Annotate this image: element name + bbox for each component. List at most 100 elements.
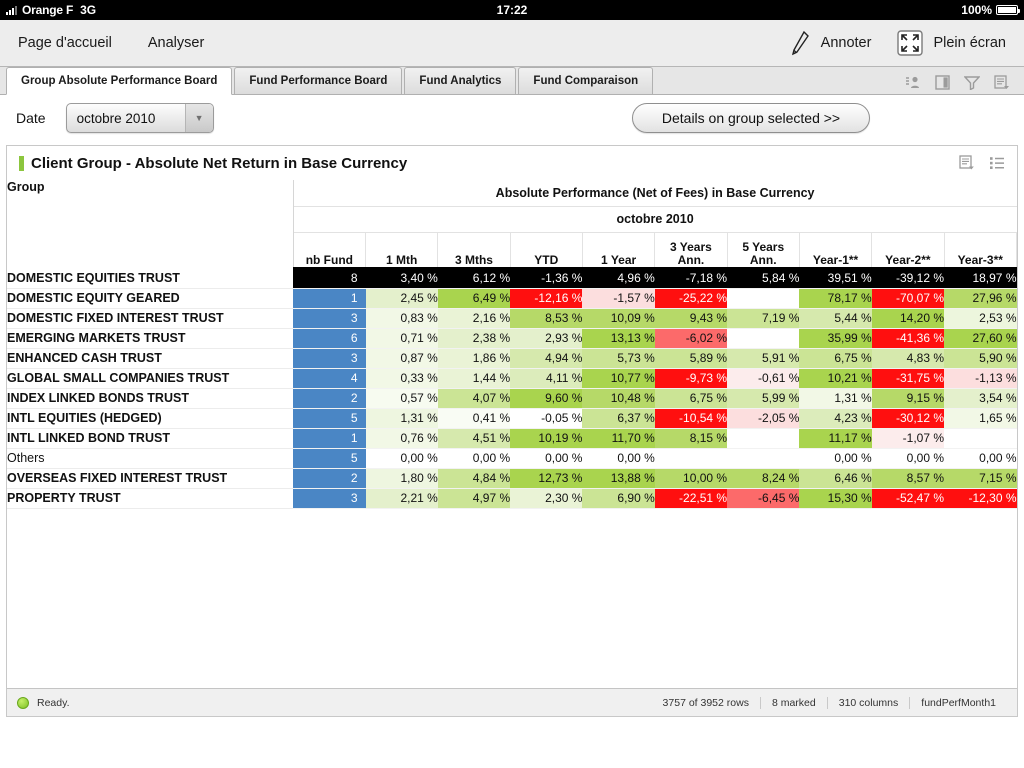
- cell-value[interactable]: -1,13 %: [944, 368, 1017, 389]
- cell-nb-fund[interactable]: 5: [293, 448, 366, 469]
- cell-value[interactable]: 4,51 %: [437, 428, 511, 449]
- cell-value[interactable]: 5,44 %: [799, 308, 872, 329]
- cell-value[interactable]: 0,00 %: [944, 448, 1017, 469]
- table-row[interactable]: INDEX LINKED BONDS TRUST 2 0,57 % 4,07 % 9,6…: [7, 388, 1017, 409]
- cell-value[interactable]: 0,87 %: [365, 348, 438, 369]
- cell-value[interactable]: -12,16 %: [510, 288, 583, 309]
- cell-value[interactable]: 0,76 %: [365, 428, 438, 449]
- table-row[interactable]: DOMESTIC FIXED INTEREST TRUST 3 0,83 % 2,16…: [7, 308, 1017, 329]
- row-label[interactable]: OVERSEAS FIXED INTEREST TRUST: [7, 468, 294, 489]
- cell-value[interactable]: 2,30 %: [510, 488, 583, 509]
- cell-value[interactable]: 10,09 %: [582, 308, 655, 329]
- details-on-group-selected-button[interactable]: Details on group selected >>: [632, 103, 870, 133]
- cell-value[interactable]: [727, 448, 800, 469]
- cell-value[interactable]: 4,96 %: [582, 268, 655, 289]
- cell-value[interactable]: 12,73 %: [510, 468, 583, 489]
- cell-value[interactable]: -70,07 %: [871, 288, 945, 309]
- cell-value[interactable]: 0,00 %: [799, 448, 872, 469]
- cell-value[interactable]: 9,43 %: [654, 308, 728, 329]
- list-options-icon[interactable]: [994, 75, 1010, 90]
- cell-value[interactable]: 10,48 %: [582, 388, 655, 409]
- tab-fund-analytics[interactable]: Fund Analytics: [404, 67, 517, 94]
- cell-nb-fund[interactable]: 3: [293, 308, 366, 329]
- cell-value[interactable]: 0,41 %: [437, 408, 511, 429]
- cell-value[interactable]: 0,00 %: [365, 448, 438, 469]
- cell-value[interactable]: 9,15 %: [871, 388, 945, 409]
- row-label[interactable]: PROPERTY TRUST: [7, 488, 294, 509]
- column-header-year-3[interactable]: Year-3**: [944, 232, 1018, 269]
- cell-value[interactable]: -31,75 %: [871, 368, 945, 389]
- table-row[interactable]: GLOBAL SMALL COMPANIES TRUST 4 0,33 % 1,44 …: [7, 368, 1017, 389]
- cell-value[interactable]: 13,88 %: [582, 468, 655, 489]
- cell-value[interactable]: [727, 428, 800, 449]
- row-label[interactable]: DOMESTIC FIXED INTEREST TRUST: [7, 308, 294, 329]
- tab-fund-comparaison[interactable]: Fund Comparaison: [518, 67, 654, 94]
- column-header-1-mth[interactable]: 1 Mth: [365, 232, 439, 269]
- cell-value[interactable]: 39,51 %: [799, 268, 872, 289]
- nav-item-home[interactable]: Page d'accueil: [0, 20, 130, 66]
- cell-value[interactable]: 1,86 %: [437, 348, 511, 369]
- cell-value[interactable]: 6,90 %: [582, 488, 655, 509]
- cell-value[interactable]: 5,84 %: [727, 268, 800, 289]
- cell-value[interactable]: -0,05 %: [510, 408, 583, 429]
- cell-value[interactable]: -9,73 %: [654, 368, 728, 389]
- cell-value[interactable]: 4,97 %: [437, 488, 511, 509]
- cell-value[interactable]: 8,57 %: [871, 468, 945, 489]
- cell-value[interactable]: 8,24 %: [727, 468, 800, 489]
- cell-nb-fund[interactable]: 1: [293, 288, 366, 309]
- table-row[interactable]: OVERSEAS FIXED INTEREST TRUST 2 1,80 % 4,84…: [7, 468, 1017, 489]
- table-row[interactable]: DOMESTIC EQUITIES TRUST 8 3,40 % 6,12 % -1,3…: [7, 268, 1017, 289]
- cell-value[interactable]: -10,54 %: [654, 408, 728, 429]
- cell-nb-fund[interactable]: 2: [293, 388, 366, 409]
- cell-value[interactable]: 78,17 %: [799, 288, 872, 309]
- cell-value[interactable]: -12,30 %: [944, 488, 1017, 509]
- cell-value[interactable]: 4,07 %: [437, 388, 511, 409]
- cell-value[interactable]: -7,18 %: [654, 268, 728, 289]
- cell-value[interactable]: -6,02 %: [654, 328, 728, 349]
- cell-value[interactable]: 2,45 %: [365, 288, 438, 309]
- cell-value[interactable]: 3,40 %: [365, 268, 438, 289]
- column-header-year-1[interactable]: Year-1**: [799, 232, 873, 269]
- row-label[interactable]: GLOBAL SMALL COMPANIES TRUST: [7, 368, 294, 389]
- cell-value[interactable]: -52,47 %: [871, 488, 945, 509]
- cell-value[interactable]: 2,93 %: [510, 328, 583, 349]
- cell-value[interactable]: [654, 448, 728, 469]
- cell-value[interactable]: -41,36 %: [871, 328, 945, 349]
- table-row[interactable]: EMERGING MARKETS TRUST 6 0,71 % 2,38 % 2,93 …: [7, 328, 1017, 349]
- cell-value[interactable]: 4,94 %: [510, 348, 583, 369]
- cell-value[interactable]: 6,75 %: [799, 348, 872, 369]
- cell-value[interactable]: 35,99 %: [799, 328, 872, 349]
- row-label[interactable]: DOMESTIC EQUITIES TRUST: [7, 268, 294, 289]
- cell-nb-fund[interactable]: 3: [293, 488, 366, 509]
- filter-funnel-icon[interactable]: [964, 75, 980, 90]
- cell-value[interactable]: 4,11 %: [510, 368, 583, 389]
- cell-value[interactable]: 0,00 %: [510, 448, 583, 469]
- cell-value[interactable]: [727, 288, 800, 309]
- cell-value[interactable]: 8,15 %: [654, 428, 728, 449]
- cell-value[interactable]: -30,12 %: [871, 408, 945, 429]
- column-header-3-mths[interactable]: 3 Mths: [437, 232, 511, 269]
- cell-value[interactable]: 2,16 %: [437, 308, 511, 329]
- row-label[interactable]: ENHANCED CASH TRUST: [7, 348, 294, 369]
- cell-nb-fund[interactable]: 2: [293, 468, 366, 489]
- list-options-icon[interactable]: [959, 155, 975, 171]
- cell-value[interactable]: 9,60 %: [510, 388, 583, 409]
- cell-nb-fund[interactable]: 5: [293, 408, 366, 429]
- cell-value[interactable]: 27,60 %: [944, 328, 1017, 349]
- cell-nb-fund[interactable]: 8: [293, 268, 366, 289]
- row-label[interactable]: EMERGING MARKETS TRUST: [7, 328, 294, 349]
- cell-value[interactable]: 0,33 %: [365, 368, 438, 389]
- cell-value[interactable]: 5,91 %: [727, 348, 800, 369]
- row-label[interactable]: Others: [7, 448, 294, 469]
- cell-value[interactable]: -1,36 %: [510, 268, 583, 289]
- row-label[interactable]: INDEX LINKED BONDS TRUST: [7, 388, 294, 409]
- cell-value[interactable]: 10,19 %: [510, 428, 583, 449]
- cell-value[interactable]: 0,00 %: [582, 448, 655, 469]
- cell-value[interactable]: 6,75 %: [654, 388, 728, 409]
- cell-value[interactable]: 1,44 %: [437, 368, 511, 389]
- nav-item-analyse[interactable]: Analyser: [130, 20, 222, 66]
- bullet-list-icon[interactable]: [989, 155, 1005, 171]
- cell-value[interactable]: 0,00 %: [871, 448, 945, 469]
- cell-value[interactable]: -22,51 %: [654, 488, 728, 509]
- cell-value[interactable]: -1,57 %: [582, 288, 655, 309]
